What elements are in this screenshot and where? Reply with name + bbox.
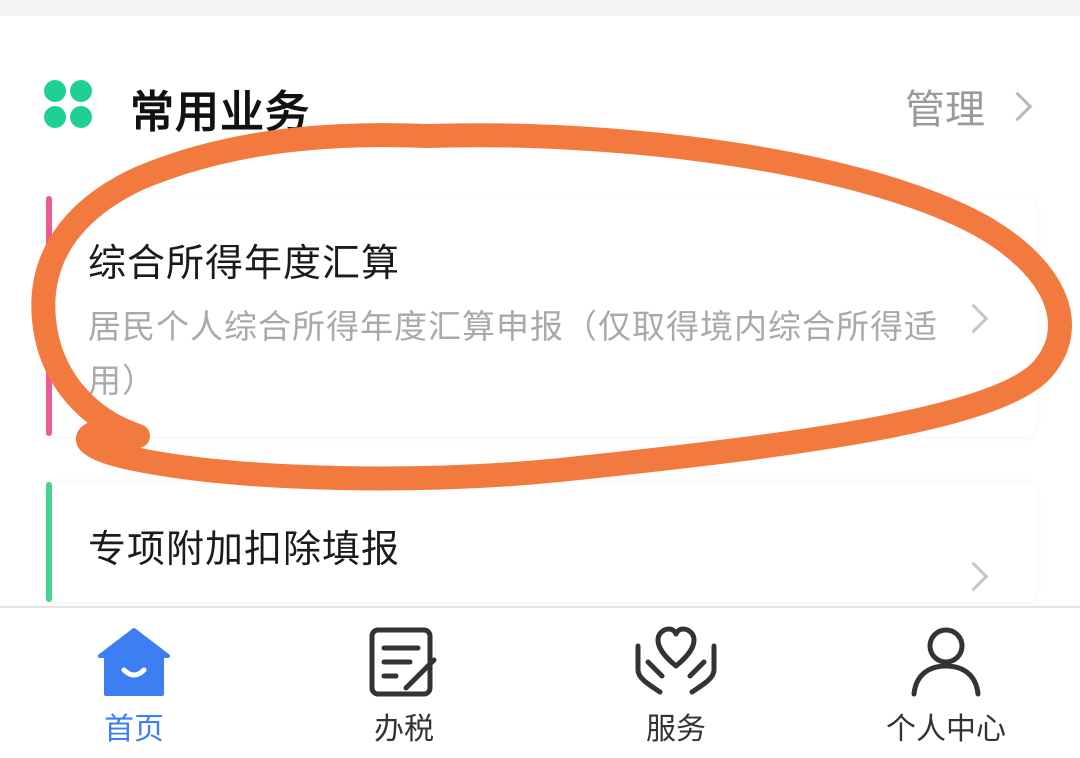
tab-label: 个人中心 — [886, 712, 1006, 747]
status-band — [0, 0, 1080, 16]
tab-home[interactable]: 首页 — [34, 626, 234, 750]
tab-tax[interactable]: 办税 — [304, 626, 504, 750]
common-services-header: 常用业务 管理 — [0, 60, 1080, 150]
card-accent-bar — [46, 196, 52, 436]
app-grid-icon — [44, 80, 94, 130]
tab-label: 办税 — [374, 712, 434, 747]
card-title: 综合所得年度汇算 — [88, 241, 401, 285]
bottom-tab-bar: 首页 办税 服务 个人中心 — [0, 606, 1080, 758]
manage-label: 管理 — [905, 87, 985, 133]
home-icon — [98, 628, 170, 696]
tax-form-icon — [369, 627, 437, 697]
user-icon — [911, 627, 981, 697]
card-accent-bar — [46, 482, 52, 602]
tab-profile[interactable]: 个人中心 — [846, 626, 1046, 750]
tab-service[interactable]: 服务 — [576, 626, 776, 750]
special-deduction-card[interactable]: 专项附加扣除填报 — [46, 482, 1036, 602]
card-title: 专项附加扣除填报 — [88, 527, 401, 571]
chevron-right-icon — [958, 561, 989, 592]
annual-settlement-card[interactable]: 综合所得年度汇算 居民个人综合所得年度汇算申报（仅取得境内综合所得适用） — [46, 196, 1036, 436]
app-screen: 常用业务 管理 综合所得年度汇算 居民个人综合所得年度汇算申报（仅取得境内综合所… — [0, 0, 1080, 758]
section-title: 常用业务 — [130, 87, 310, 138]
card-description: 居民个人综合所得年度汇算申报（仅取得境内综合所得适用） — [88, 307, 938, 400]
manage-button[interactable]: 管理 — [905, 80, 1033, 133]
tab-label: 首页 — [104, 712, 164, 747]
service-heart-icon — [635, 626, 717, 695]
chevron-right-icon — [1002, 91, 1033, 121]
tab-label: 服务 — [646, 712, 706, 747]
